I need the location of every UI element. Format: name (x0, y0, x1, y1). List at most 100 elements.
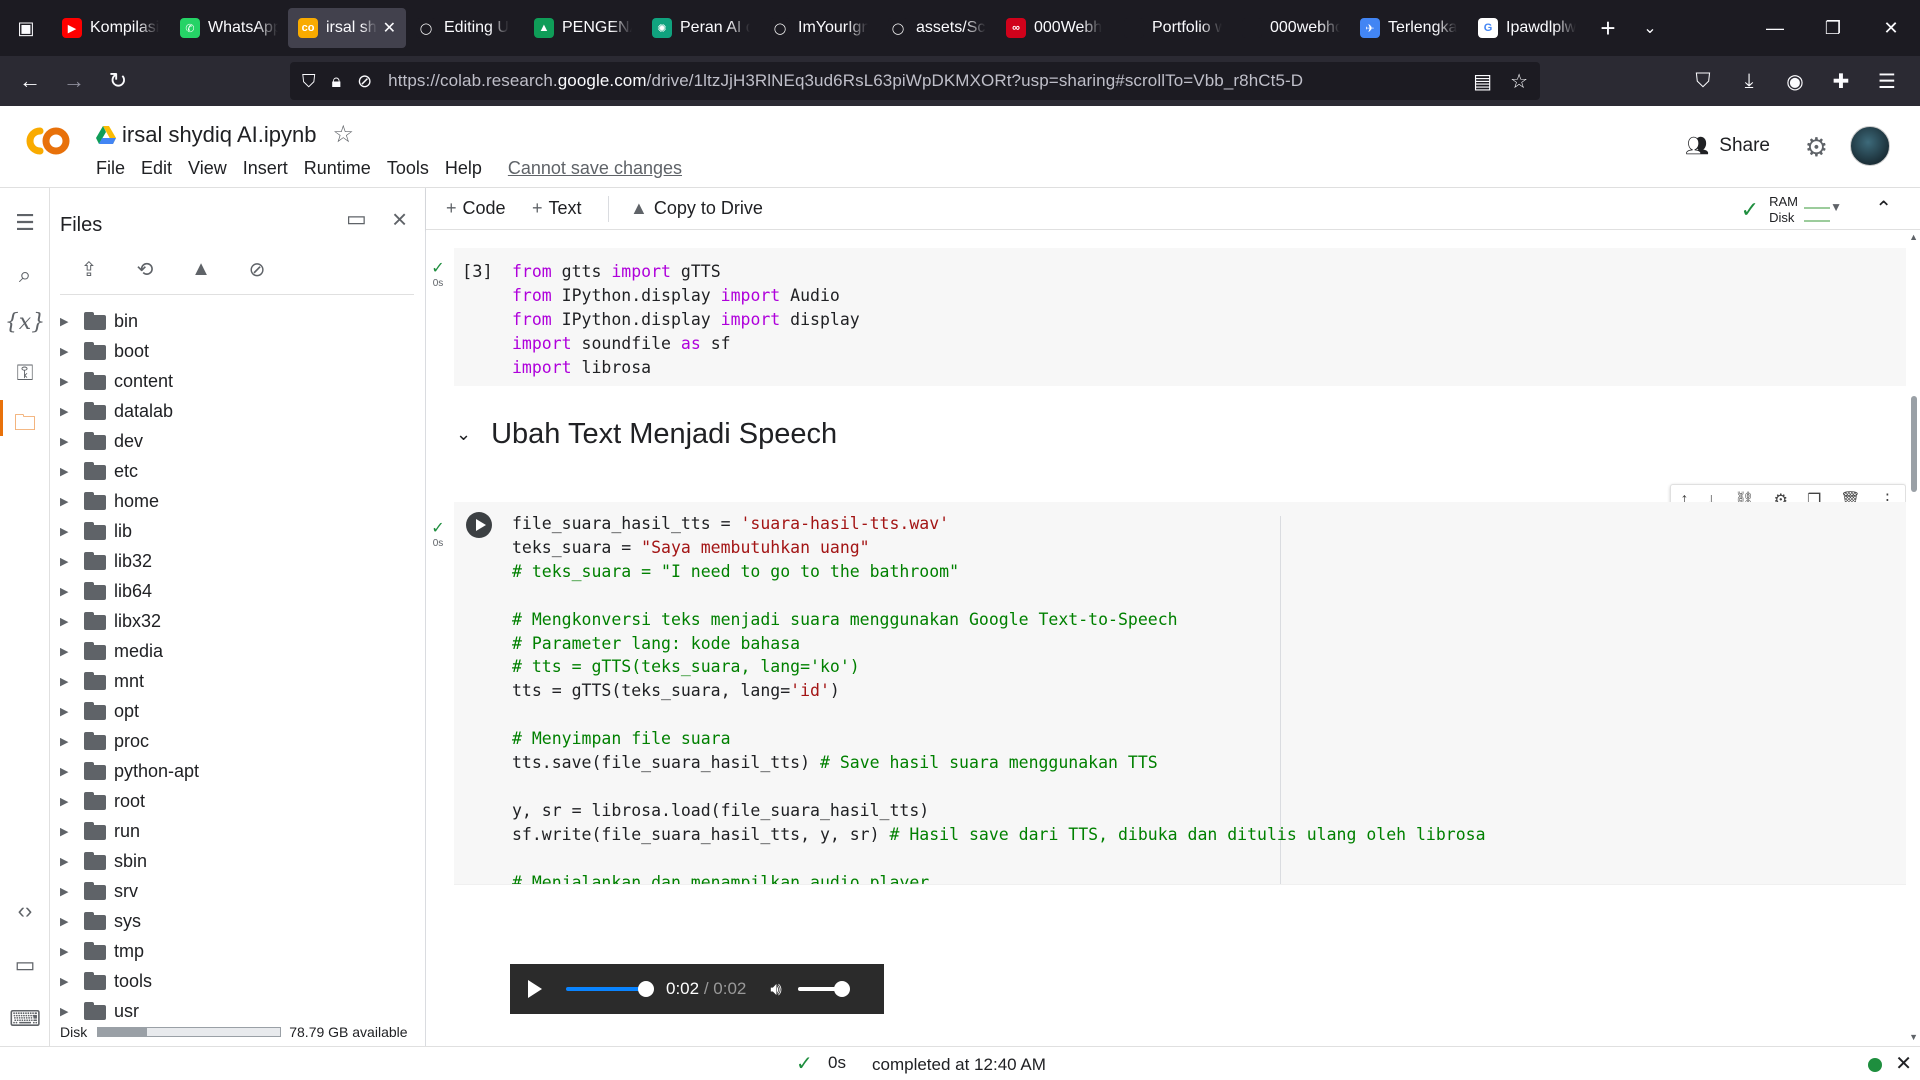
browser-tab[interactable]: ✺ Peran AI d (642, 8, 760, 48)
hamburger-menu-icon[interactable]: ☰ (1864, 69, 1910, 94)
folder-row[interactable]: ▶ lib64 (50, 576, 426, 606)
expand-arrow-icon[interactable]: ▶ (60, 555, 70, 568)
expand-arrow-icon[interactable]: ▶ (60, 825, 70, 838)
menu-item-insert[interactable]: Insert (235, 156, 296, 181)
runtime-dropdown-icon[interactable]: ▼ (1830, 200, 1842, 214)
hide-files-eye-icon[interactable]: ⊘ (244, 256, 270, 282)
expand-arrow-icon[interactable]: ▶ (60, 645, 70, 658)
folder-row[interactable]: ▶ python-apt (50, 756, 426, 786)
folder-row[interactable]: ▶ proc (50, 726, 426, 756)
expand-arrow-icon[interactable]: ▶ (60, 1005, 70, 1018)
browser-tab[interactable]: ✈ Terlengka (1350, 8, 1468, 48)
close-status-icon[interactable]: ✕ (1895, 1051, 1912, 1076)
folder-row[interactable]: ▶ sys (50, 906, 426, 936)
menu-item-edit[interactable]: Edit (133, 156, 180, 181)
expand-arrow-icon[interactable]: ▶ (60, 795, 70, 808)
folder-row[interactable]: ▶ lib32 (50, 546, 426, 576)
browser-tab[interactable]: Portfolio web (1114, 8, 1232, 48)
cannot-save-changes-link[interactable]: Cannot save changes (500, 156, 690, 181)
folder-row[interactable]: ▶ libx32 (50, 606, 426, 636)
account-icon[interactable]: ◉ (1772, 69, 1818, 94)
collapse-section-chevron-icon[interactable]: ⌄ (456, 424, 471, 445)
volume-slider[interactable] (797, 981, 850, 997)
folder-row[interactable]: ▶ content (50, 366, 426, 396)
browser-tab[interactable]: ◯ ImYourIgn (760, 8, 878, 48)
add-text-button[interactable]: + Text (532, 198, 582, 219)
colab-logo[interactable] (18, 124, 72, 158)
resources-indicator[interactable]: ✓ RAM Disk (1741, 194, 1830, 226)
mount-drive-icon[interactable]: ▲ (188, 256, 214, 282)
expand-arrow-icon[interactable]: ▶ (60, 585, 70, 598)
browser-tab[interactable]: ∞ 000Webh (996, 8, 1114, 48)
browser-tab[interactable]: co irsal sh ✕ (288, 8, 406, 48)
menu-item-file[interactable]: File (88, 156, 133, 181)
folder-row[interactable]: ▶ tmp (50, 936, 426, 966)
command-palette-icon[interactable]: ▭ (0, 952, 50, 978)
extensions-icon[interactable]: ✚ (1818, 69, 1864, 94)
url-bar[interactable]: ⛉ 🔒︎ ⊘ https://colab.research.google.com… (290, 62, 1540, 100)
folder-row[interactable]: ▶ srv (50, 876, 426, 906)
folder-row[interactable]: ▶ run (50, 816, 426, 846)
folder-row[interactable]: ▶ opt (50, 696, 426, 726)
close-tab-icon[interactable]: ✕ (383, 18, 396, 38)
folder-row[interactable]: ▶ lib (50, 516, 426, 546)
expand-arrow-icon[interactable]: ▶ (60, 765, 70, 778)
run-cell-button[interactable] (466, 512, 492, 538)
menu-item-help[interactable]: Help (437, 156, 490, 181)
restore-button[interactable]: ❐ (1804, 18, 1862, 39)
new-tab-button[interactable]: + (1586, 13, 1630, 44)
settings-gear-icon[interactable]: ⚙ (1805, 132, 1828, 163)
browser-tab[interactable]: ▲ PENGENA (524, 8, 642, 48)
expand-arrow-icon[interactable]: ▶ (60, 975, 70, 988)
menu-item-runtime[interactable]: Runtime (296, 156, 379, 181)
expand-arrow-icon[interactable]: ▶ (60, 495, 70, 508)
expand-arrow-icon[interactable]: ▶ (60, 525, 70, 538)
code-editor[interactable]: file_suara_hasil_tts = 'suara-hasil-tts.… (512, 512, 1486, 942)
volume-icon[interactable]: 🔊︎ (770, 979, 781, 1000)
share-button[interactable]: 👥︎ Share (1685, 134, 1770, 158)
secrets-key-icon[interactable]: ⚿ (0, 360, 50, 386)
folder-row[interactable]: ▶ bin (50, 306, 426, 336)
expand-arrow-icon[interactable]: ▶ (60, 405, 70, 418)
expand-arrow-icon[interactable]: ▶ (60, 435, 70, 448)
tts-code-cell[interactable]: file_suara_hasil_tts = 'suara-hasil-tts.… (454, 502, 1906, 939)
audio-player[interactable]: 0:02 / 0:02 🔊︎ (510, 964, 884, 1014)
pocket-icon[interactable]: ⛉ (1680, 70, 1726, 93)
bookmark-star-icon[interactable]: ☆ (1510, 69, 1528, 94)
browser-tab[interactable]: ◯ Editing U (406, 8, 524, 48)
tab-overview-icon[interactable]: ▣ (0, 0, 52, 56)
expand-arrow-icon[interactable]: ▶ (60, 945, 70, 958)
play-icon[interactable] (528, 980, 542, 998)
forward-arrow-icon[interactable]: → (52, 68, 96, 94)
browser-tab[interactable]: ◯ assets/Scr (878, 8, 996, 48)
expand-arrow-icon[interactable]: ▶ (60, 465, 70, 478)
expand-arrow-icon[interactable]: ▶ (60, 615, 70, 628)
table-of-contents-icon[interactable]: ☰ (0, 210, 50, 236)
menu-item-view[interactable]: View (180, 156, 235, 181)
notebook-title[interactable]: irsal shydiq AI.ipynb (122, 122, 316, 148)
expand-arrow-icon[interactable]: ▶ (60, 315, 70, 328)
folder-row[interactable]: ▶ tools (50, 966, 426, 996)
terminal-icon[interactable]: ⌨ (0, 1006, 50, 1032)
expand-arrow-icon[interactable]: ▶ (60, 915, 70, 928)
folder-row[interactable]: ▶ home (50, 486, 426, 516)
close-window-button[interactable]: ✕ (1862, 18, 1920, 39)
close-panel-icon[interactable]: × (392, 204, 407, 235)
menu-item-tools[interactable]: Tools (379, 156, 437, 181)
refresh-folder-icon[interactable]: ⟲ (132, 256, 158, 282)
expand-arrow-icon[interactable]: ▶ (60, 885, 70, 898)
reader-view-icon[interactable]: ▤ (1473, 69, 1492, 94)
upload-file-icon[interactable]: ⇪ (76, 256, 102, 282)
folder-row[interactable]: ▶ usr (50, 996, 426, 1026)
open-in-window-icon[interactable]: ▭ (346, 206, 367, 232)
browser-tab[interactable]: G Ipawdlplw (1468, 8, 1586, 48)
url-text[interactable]: https://colab.research.google.com/drive/… (388, 71, 1303, 91)
star-icon[interactable]: ☆ (332, 120, 354, 149)
browser-tab[interactable]: 000webhost F (1232, 8, 1350, 48)
folder-row[interactable]: ▶ etc (50, 456, 426, 486)
scroll-down-arrow-icon[interactable]: ▼ (1909, 1032, 1918, 1042)
lock-icon[interactable]: 🔒︎ (332, 71, 342, 92)
folder-row[interactable]: ▶ datalab (50, 396, 426, 426)
downloads-icon[interactable]: ⤓ (1726, 70, 1772, 93)
folder-row[interactable]: ▶ mnt (50, 666, 426, 696)
